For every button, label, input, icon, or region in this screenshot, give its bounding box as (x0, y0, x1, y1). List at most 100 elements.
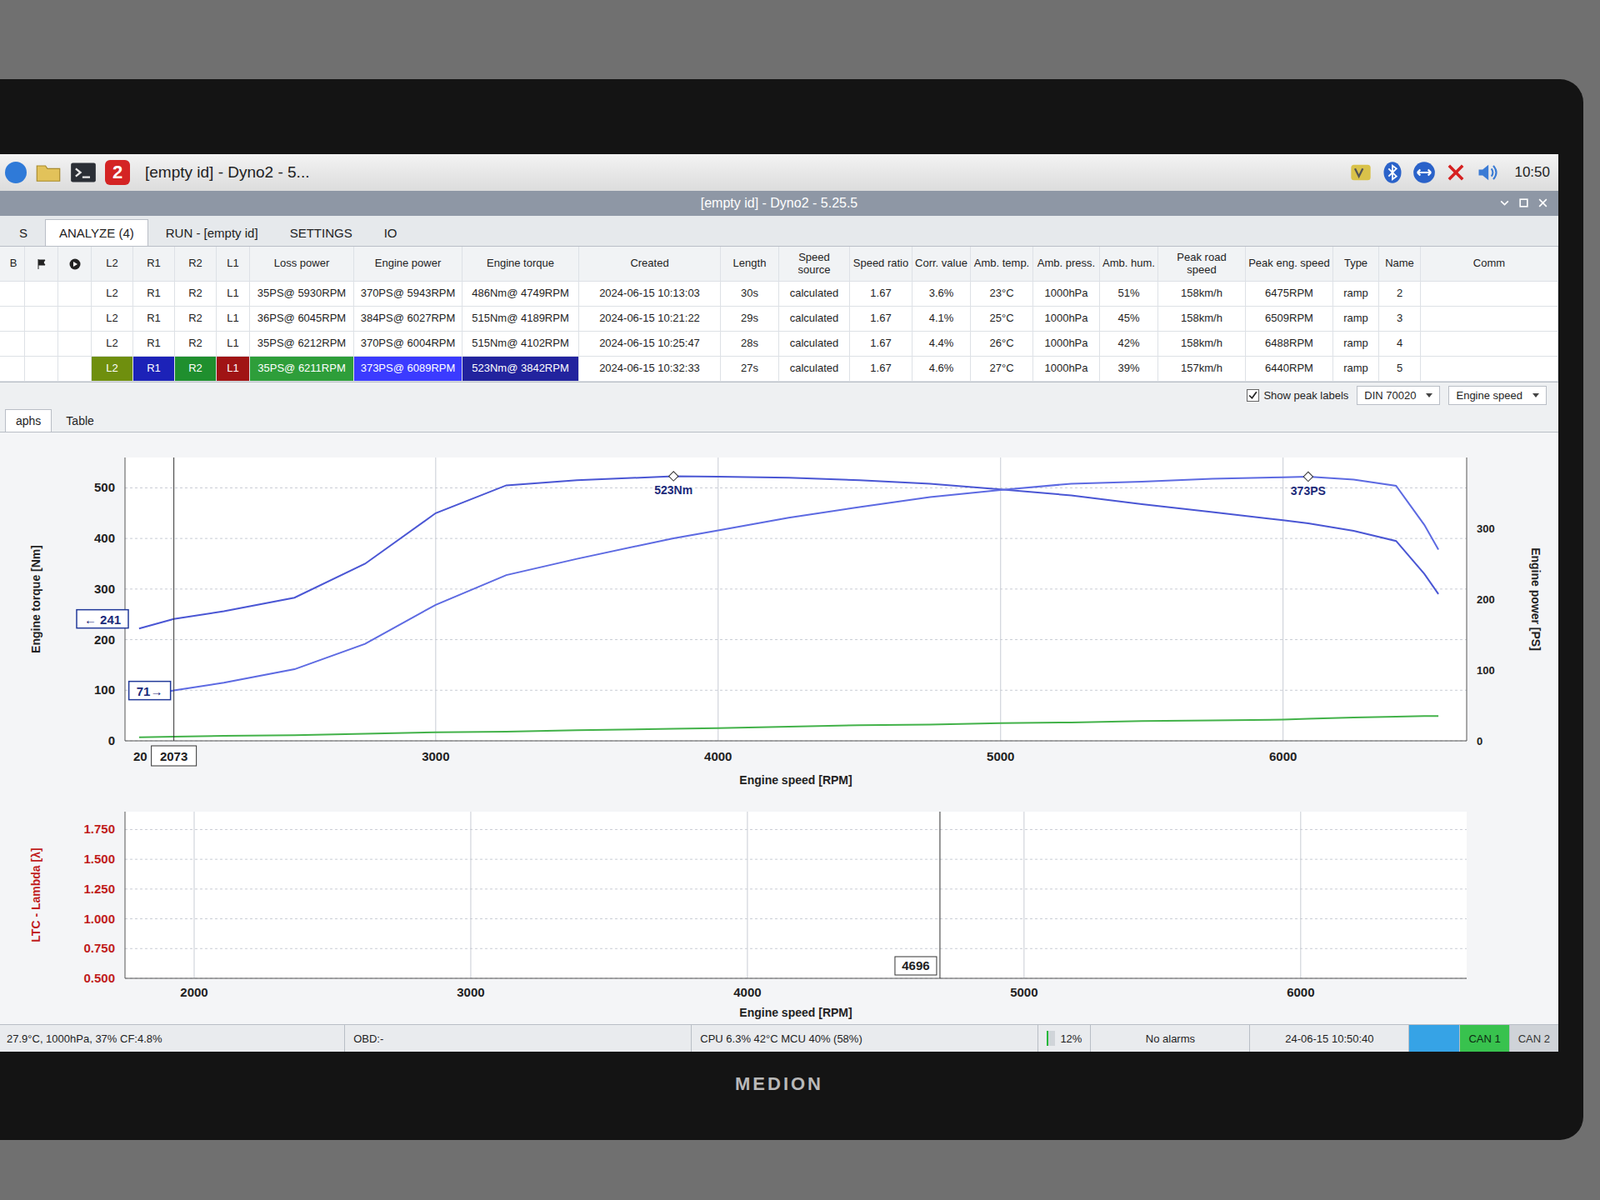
column-header[interactable]: Comm (1420, 246, 1559, 282)
tab[interactable]: IO (370, 219, 412, 246)
table-cell[interactable]: 5 (1379, 356, 1421, 382)
table-cell[interactable]: 30s (720, 281, 780, 307)
table-cell[interactable]: R2 (175, 356, 217, 382)
table-cell[interactable]: 158km/h (1158, 281, 1246, 307)
table-cell[interactable]: calculated (779, 281, 850, 307)
table-cell[interactable]: 23°C (970, 281, 1034, 307)
table-cell[interactable]: 28s (720, 331, 780, 357)
table-row[interactable]: L2R1R2L135PS@ 6211RPM373PS@ 6089RPM523Nm… (0, 356, 1559, 382)
tab[interactable]: SETTINGS (275, 219, 367, 246)
table-cell[interactable]: 2024-06-15 10:32:33 (579, 356, 721, 382)
table-row[interactable]: L2R1R2L136PS@ 6045RPM384PS@ 6027RPM515Nm… (0, 306, 1559, 332)
terminal-icon[interactable] (70, 160, 97, 185)
tab[interactable]: S (5, 219, 42, 246)
column-header[interactable] (58, 246, 92, 282)
table-cell[interactable]: L1 (216, 331, 250, 357)
lambda-chart[interactable]: 0.5000.7501.0001.2501.5001.7502000300040… (0, 799, 1559, 1025)
folder-icon[interactable] (35, 160, 62, 185)
tab[interactable]: RUN - [empty id] (151, 219, 273, 246)
table-cell[interactable]: 35PS@ 5930RPM (250, 281, 355, 307)
column-header[interactable]: Engine power (354, 246, 463, 282)
series-line[interactable] (139, 476, 1439, 630)
table-cell[interactable]: 2024-06-15 10:21:22 (579, 306, 721, 332)
table-cell[interactable]: 29s (720, 306, 780, 332)
table-cell[interactable]: 45% (1100, 306, 1159, 332)
x-axis-dropdown[interactable]: Engine speed (1448, 385, 1547, 405)
column-header[interactable]: Name (1379, 246, 1421, 282)
table-cell[interactable] (1420, 281, 1559, 307)
table-cell[interactable]: ramp (1333, 281, 1380, 307)
table-cell[interactable]: 384PS@ 6027RPM (354, 306, 463, 332)
column-header[interactable]: Type (1333, 246, 1380, 282)
view-tab[interactable]: aphs (5, 409, 52, 432)
network-icon[interactable] (1412, 160, 1436, 185)
column-header[interactable]: Amb. press. (1033, 246, 1100, 282)
table-cell[interactable]: L2 (91, 281, 134, 307)
column-header[interactable] (25, 246, 59, 282)
table-cell[interactable]: R1 (133, 306, 175, 332)
table-cell[interactable]: 27s (720, 356, 780, 382)
table-cell[interactable]: calculated (779, 331, 850, 357)
table-cell[interactable]: 4.1% (912, 306, 971, 332)
table-row[interactable]: L2R1R2L135PS@ 6212RPM370PS@ 6004RPM515Nm… (0, 331, 1559, 357)
table-cell[interactable]: R1 (133, 331, 175, 357)
column-header[interactable]: Loss power (250, 246, 355, 282)
table-cell[interactable]: 1.67 (850, 281, 913, 307)
table-cell[interactable]: calculated (779, 356, 850, 382)
table-cell[interactable]: R2 (175, 331, 217, 357)
table-cell[interactable]: L2 (91, 306, 134, 332)
table-cell[interactable]: 2 (1379, 281, 1421, 307)
column-header[interactable]: Speed ratio (850, 246, 913, 282)
show-peak-labels-checkbox[interactable]: Show peak labels (1246, 389, 1349, 402)
column-header[interactable]: Length (720, 246, 780, 282)
table-cell[interactable]: 4 (1379, 331, 1421, 357)
tab[interactable]: ANALYZE (4) (45, 219, 149, 246)
table-cell[interactable]: 1000hPa (1033, 356, 1100, 382)
table-cell[interactable]: 3 (1379, 306, 1421, 332)
table-cell[interactable]: ramp (1333, 356, 1380, 382)
table-cell[interactable]: R1 (133, 281, 175, 307)
table-cell[interactable] (1420, 356, 1559, 382)
column-header[interactable]: Peak eng. speed (1245, 246, 1334, 282)
column-header[interactable]: Created (579, 246, 721, 282)
column-header[interactable]: Amb. hum. (1100, 246, 1159, 282)
table-cell[interactable]: 1.67 (850, 331, 913, 357)
table-cell[interactable]: 3.6% (912, 281, 971, 307)
table-row[interactable]: L2R1R2L135PS@ 5930RPM370PS@ 5943RPM486Nm… (0, 281, 1559, 307)
column-header[interactable]: B (0, 246, 25, 282)
table-cell[interactable]: 515Nm@ 4102RPM (462, 331, 580, 357)
table-cell[interactable]: 26°C (970, 331, 1034, 357)
bluetooth-icon[interactable] (1380, 160, 1405, 185)
table-cell[interactable]: R1 (133, 356, 175, 382)
column-header[interactable]: Speed source (779, 246, 850, 282)
table-cell[interactable]: 35PS@ 6212RPM (250, 331, 355, 357)
table-cell[interactable]: L2 (91, 356, 134, 382)
table-cell[interactable]: 373PS@ 6089RPM (354, 356, 463, 382)
series-line[interactable] (139, 476, 1439, 697)
table-cell[interactable]: 35PS@ 6211RPM (250, 356, 355, 382)
column-header[interactable]: L1 (216, 246, 250, 282)
table-cell[interactable]: 370PS@ 5943RPM (354, 281, 463, 307)
table-cell[interactable]: 158km/h (1158, 306, 1246, 332)
table-cell[interactable]: 1000hPa (1033, 306, 1100, 332)
table-cell[interactable]: R2 (175, 281, 217, 307)
table-cell[interactable]: ramp (1333, 331, 1380, 357)
vnc-icon[interactable] (1349, 160, 1373, 185)
table-cell[interactable] (1420, 331, 1559, 357)
table-cell[interactable]: 515Nm@ 4189RPM (462, 306, 580, 332)
table-cell[interactable]: 1000hPa (1033, 281, 1100, 307)
column-header[interactable]: Corr. value (912, 246, 971, 282)
disconnected-icon[interactable] (1444, 160, 1468, 185)
table-cell[interactable]: L1 (216, 356, 250, 382)
standard-dropdown[interactable]: DIN 70020 (1356, 385, 1440, 405)
table-cell[interactable]: 36PS@ 6045RPM (250, 306, 355, 332)
table-cell[interactable]: 1.67 (850, 356, 913, 382)
table-cell[interactable]: 157km/h (1158, 356, 1246, 382)
table-cell[interactable]: L1 (216, 306, 250, 332)
column-header[interactable]: Peak road speed (1158, 246, 1246, 282)
column-header[interactable]: L2 (91, 246, 134, 282)
table-cell[interactable]: 370PS@ 6004RPM (354, 331, 463, 357)
table-cell[interactable]: ramp (1333, 306, 1380, 332)
table-cell[interactable]: 6488RPM (1245, 331, 1334, 357)
table-cell[interactable]: 6509RPM (1245, 306, 1334, 332)
